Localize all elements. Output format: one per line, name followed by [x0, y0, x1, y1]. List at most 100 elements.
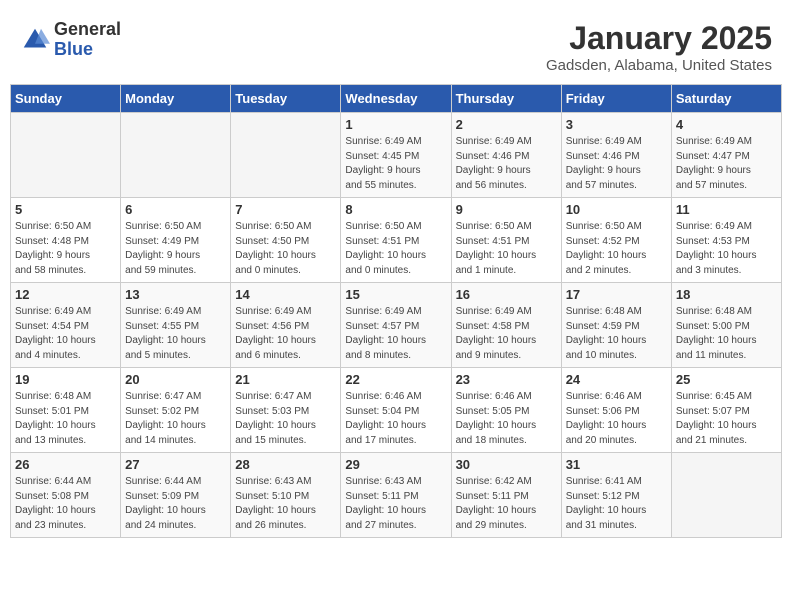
- logo-blue-text: Blue: [54, 40, 121, 60]
- day-number: 23: [456, 372, 557, 387]
- day-number: 26: [15, 457, 116, 472]
- day-info: Sunrise: 6:49 AM Sunset: 4:57 PM Dayligh…: [345, 305, 446, 363]
- day-info: Sunrise: 6:49 AM Sunset: 4:53 PM Dayligh…: [676, 220, 777, 278]
- calendar-location: Gadsden, Alabama, United States: [546, 57, 772, 74]
- day-number: 3: [566, 117, 667, 132]
- day-number: 6: [125, 202, 226, 217]
- day-info: Sunrise: 6:49 AM Sunset: 4:55 PM Dayligh…: [125, 305, 226, 363]
- weekday-header-cell: Thursday: [451, 85, 561, 113]
- day-number: 17: [566, 287, 667, 302]
- calendar-day-cell: 20Sunrise: 6:47 AM Sunset: 5:02 PM Dayli…: [121, 368, 231, 453]
- calendar-title: January 2025: [546, 20, 772, 57]
- day-info: Sunrise: 6:41 AM Sunset: 5:12 PM Dayligh…: [566, 475, 667, 533]
- day-number: 18: [676, 287, 777, 302]
- day-number: 5: [15, 202, 116, 217]
- day-number: 4: [676, 117, 777, 132]
- logo-icon: [20, 25, 50, 55]
- day-info: Sunrise: 6:49 AM Sunset: 4:56 PM Dayligh…: [235, 305, 336, 363]
- day-info: Sunrise: 6:48 AM Sunset: 5:01 PM Dayligh…: [15, 390, 116, 448]
- calendar-day-cell: 7 Sunrise: 6:50 AM Sunset: 4:50 PM Daylig…: [231, 198, 341, 283]
- day-info: Sunrise: 6:50 AM Sunset: 4:48 PM Dayligh…: [15, 220, 116, 278]
- calendar-day-cell: 2 Sunrise: 6:49 AM Sunset: 4:46 PM Daylig…: [451, 113, 561, 198]
- day-info: Sunrise: 6:49 AM Sunset: 4:47 PM Dayligh…: [676, 135, 777, 193]
- calendar-day-cell: 19Sunrise: 6:48 AM Sunset: 5:01 PM Dayli…: [11, 368, 121, 453]
- weekday-header-cell: Wednesday: [341, 85, 451, 113]
- day-number: 30: [456, 457, 557, 472]
- day-number: 16: [456, 287, 557, 302]
- calendar-week-row: 5 Sunrise: 6:50 AM Sunset: 4:48 PM Daylig…: [11, 198, 782, 283]
- calendar-day-cell: 29 Sunrise: 6:43 AM Sunset: 5:11 PM Dayli…: [341, 453, 451, 538]
- calendar-day-cell: 16Sunrise: 6:49 AM Sunset: 4:58 PM Dayli…: [451, 283, 561, 368]
- day-number: 28: [235, 457, 336, 472]
- weekday-header-cell: Tuesday: [231, 85, 341, 113]
- day-info: Sunrise: 6:46 AM Sunset: 5:05 PM Dayligh…: [456, 390, 557, 448]
- weekday-header-row: SundayMondayTuesdayWednesdayThursdayFrid…: [11, 85, 782, 113]
- calendar-week-row: 19Sunrise: 6:48 AM Sunset: 5:01 PM Dayli…: [11, 368, 782, 453]
- day-number: 11: [676, 202, 777, 217]
- day-info: Sunrise: 6:50 AM Sunset: 4:51 PM Dayligh…: [456, 220, 557, 278]
- calendar-day-cell: 10Sunrise: 6:50 AM Sunset: 4:52 PM Dayli…: [561, 198, 671, 283]
- calendar-day-cell: 13 Sunrise: 6:49 AM Sunset: 4:55 PM Dayli…: [121, 283, 231, 368]
- calendar-day-cell: 30 Sunrise: 6:42 AM Sunset: 5:11 PM Dayli…: [451, 453, 561, 538]
- logo-general-text: General: [54, 20, 121, 40]
- day-number: 12: [15, 287, 116, 302]
- calendar-day-cell: 11 Sunrise: 6:49 AM Sunset: 4:53 PM Dayli…: [671, 198, 781, 283]
- calendar-day-cell: 9 Sunrise: 6:50 AM Sunset: 4:51 PM Daylig…: [451, 198, 561, 283]
- calendar-day-cell: 3 Sunrise: 6:49 AM Sunset: 4:46 PM Daylig…: [561, 113, 671, 198]
- day-info: Sunrise: 6:50 AM Sunset: 4:51 PM Dayligh…: [345, 220, 446, 278]
- calendar-day-cell: 24 Sunrise: 6:46 AM Sunset: 5:06 PM Dayli…: [561, 368, 671, 453]
- calendar-day-cell: 23 Sunrise: 6:46 AM Sunset: 5:05 PM Dayli…: [451, 368, 561, 453]
- day-number: 8: [345, 202, 446, 217]
- day-info: Sunrise: 6:49 AM Sunset: 4:46 PM Dayligh…: [566, 135, 667, 193]
- calendar-day-cell: 22Sunrise: 6:46 AM Sunset: 5:04 PM Dayli…: [341, 368, 451, 453]
- day-number: 27: [125, 457, 226, 472]
- day-number: 20: [125, 372, 226, 387]
- weekday-header-cell: Monday: [121, 85, 231, 113]
- day-info: Sunrise: 6:50 AM Sunset: 4:49 PM Dayligh…: [125, 220, 226, 278]
- day-info: Sunrise: 6:44 AM Sunset: 5:08 PM Dayligh…: [15, 475, 116, 533]
- calendar-day-cell: 26 Sunrise: 6:44 AM Sunset: 5:08 PM Dayli…: [11, 453, 121, 538]
- day-number: 1: [345, 117, 446, 132]
- day-number: 13: [125, 287, 226, 302]
- day-number: 25: [676, 372, 777, 387]
- day-info: Sunrise: 6:49 AM Sunset: 4:45 PM Dayligh…: [345, 135, 446, 193]
- calendar-day-cell: 5 Sunrise: 6:50 AM Sunset: 4:48 PM Daylig…: [11, 198, 121, 283]
- day-info: Sunrise: 6:46 AM Sunset: 5:06 PM Dayligh…: [566, 390, 667, 448]
- title-block: January 2025 Gadsden, Alabama, United St…: [546, 20, 772, 74]
- day-info: Sunrise: 6:45 AM Sunset: 5:07 PM Dayligh…: [676, 390, 777, 448]
- calendar-body: 1 Sunrise: 6:49 AM Sunset: 4:45 PM Daylig…: [11, 113, 782, 538]
- day-number: 21: [235, 372, 336, 387]
- calendar-week-row: 1 Sunrise: 6:49 AM Sunset: 4:45 PM Daylig…: [11, 113, 782, 198]
- calendar-day-cell: 25 Sunrise: 6:45 AM Sunset: 5:07 PM Dayli…: [671, 368, 781, 453]
- calendar-week-row: 12 Sunrise: 6:49 AM Sunset: 4:54 PM Dayli…: [11, 283, 782, 368]
- day-info: Sunrise: 6:49 AM Sunset: 4:46 PM Dayligh…: [456, 135, 557, 193]
- calendar-day-cell: 1 Sunrise: 6:49 AM Sunset: 4:45 PM Daylig…: [341, 113, 451, 198]
- day-info: Sunrise: 6:44 AM Sunset: 5:09 PM Dayligh…: [125, 475, 226, 533]
- calendar-day-cell: [231, 113, 341, 198]
- day-info: Sunrise: 6:47 AM Sunset: 5:03 PM Dayligh…: [235, 390, 336, 448]
- calendar-day-cell: 17Sunrise: 6:48 AM Sunset: 4:59 PM Dayli…: [561, 283, 671, 368]
- day-number: 9: [456, 202, 557, 217]
- calendar-day-cell: 31Sunrise: 6:41 AM Sunset: 5:12 PM Dayli…: [561, 453, 671, 538]
- day-number: 2: [456, 117, 557, 132]
- calendar-day-cell: 6 Sunrise: 6:50 AM Sunset: 4:49 PM Daylig…: [121, 198, 231, 283]
- day-info: Sunrise: 6:49 AM Sunset: 4:54 PM Dayligh…: [15, 305, 116, 363]
- day-number: 24: [566, 372, 667, 387]
- calendar-day-cell: 8 Sunrise: 6:50 AM Sunset: 4:51 PM Daylig…: [341, 198, 451, 283]
- day-number: 10: [566, 202, 667, 217]
- day-info: Sunrise: 6:43 AM Sunset: 5:11 PM Dayligh…: [345, 475, 446, 533]
- calendar-day-cell: 12 Sunrise: 6:49 AM Sunset: 4:54 PM Dayli…: [11, 283, 121, 368]
- calendar-day-cell: 18 Sunrise: 6:48 AM Sunset: 5:00 PM Dayli…: [671, 283, 781, 368]
- calendar-table: SundayMondayTuesdayWednesdayThursdayFrid…: [10, 84, 782, 538]
- calendar-day-cell: 14 Sunrise: 6:49 AM Sunset: 4:56 PM Dayli…: [231, 283, 341, 368]
- day-number: 29: [345, 457, 446, 472]
- day-info: Sunrise: 6:50 AM Sunset: 4:50 PM Dayligh…: [235, 220, 336, 278]
- calendar-day-cell: 15 Sunrise: 6:49 AM Sunset: 4:57 PM Dayli…: [341, 283, 451, 368]
- day-info: Sunrise: 6:42 AM Sunset: 5:11 PM Dayligh…: [456, 475, 557, 533]
- day-info: Sunrise: 6:48 AM Sunset: 5:00 PM Dayligh…: [676, 305, 777, 363]
- day-number: 7: [235, 202, 336, 217]
- calendar-day-cell: 4 Sunrise: 6:49 AM Sunset: 4:47 PM Daylig…: [671, 113, 781, 198]
- day-number: 14: [235, 287, 336, 302]
- day-number: 15: [345, 287, 446, 302]
- calendar-day-cell: [671, 453, 781, 538]
